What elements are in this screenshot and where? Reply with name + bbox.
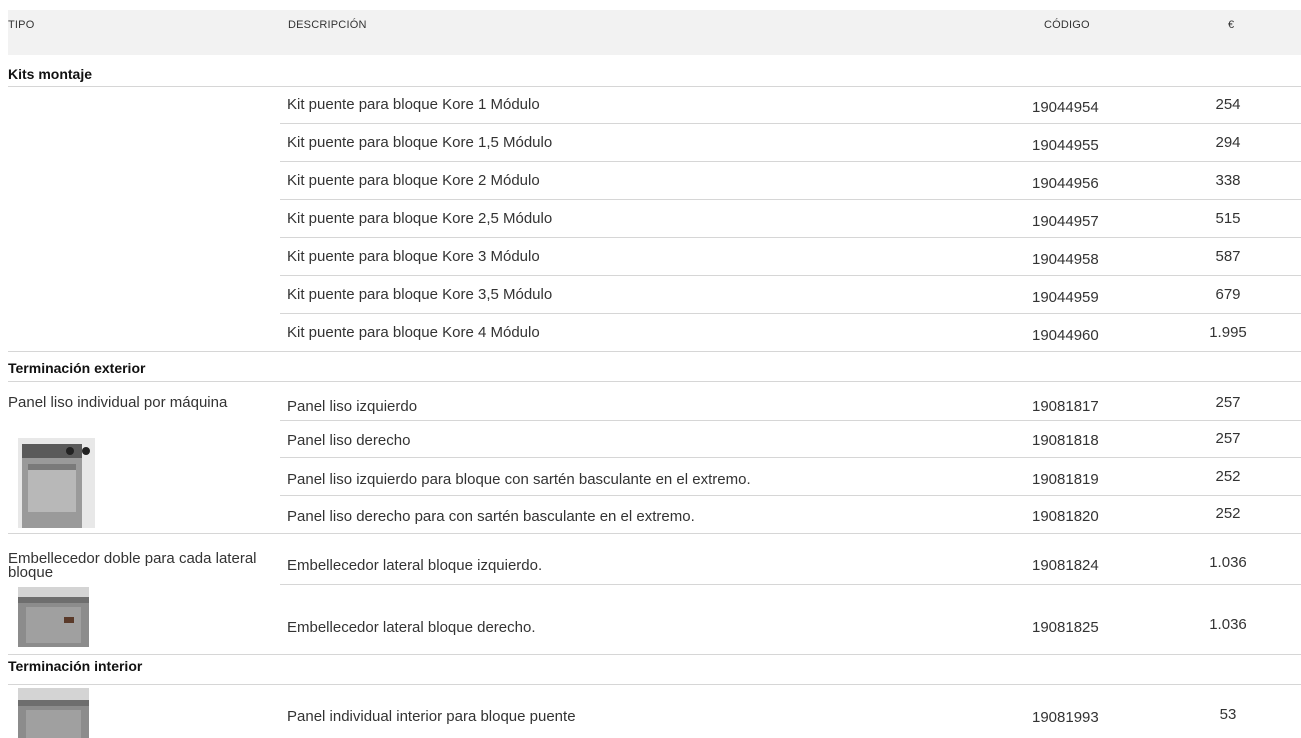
divider <box>8 351 1301 352</box>
row-description: Kit puente para bloque Kore 1,5 Módulo <box>287 134 553 151</box>
row-description: Kit puente para bloque Kore 4 Módulo <box>287 324 540 341</box>
row-price: 1.995 <box>1209 324 1247 341</box>
divider <box>8 533 1301 534</box>
divider <box>8 654 1301 655</box>
row-price: 252 <box>1215 505 1241 522</box>
product-image-panel <box>18 438 95 528</box>
row-description: Kit puente para bloque Kore 3 Módulo <box>287 248 540 265</box>
section-title: Kits montaje <box>8 66 93 82</box>
row-code: 19081819 <box>1032 471 1099 488</box>
header-tipo: TIPO <box>8 19 35 31</box>
divider <box>8 381 1301 382</box>
row-price: 1.036 <box>1209 616 1247 633</box>
divider <box>280 495 1301 496</box>
divider <box>280 161 1301 162</box>
row-description: Panel liso derecho <box>287 432 411 449</box>
row-code: 19081817 <box>1032 398 1099 415</box>
header-codigo: CÓDIGO <box>1044 19 1090 31</box>
row-code: 19044954 <box>1032 99 1099 116</box>
row-price: 587 <box>1215 248 1241 265</box>
product-image-trim <box>18 587 89 647</box>
row-price: 679 <box>1215 286 1241 303</box>
row-code: 19081993 <box>1032 709 1099 726</box>
divider <box>280 420 1301 421</box>
price-table: TIPO DESCRIPCIÓN CÓDIGO € Kits montaje K… <box>0 0 1301 738</box>
divider <box>280 584 1301 585</box>
row-description: Panel liso derecho para con sartén bascu… <box>287 508 695 525</box>
divider <box>280 275 1301 276</box>
row-code: 19081825 <box>1032 619 1099 636</box>
row-description: Panel liso izquierdo <box>287 398 418 415</box>
row-code: 19044960 <box>1032 327 1099 344</box>
table-header: TIPO DESCRIPCIÓN CÓDIGO € <box>8 10 1301 55</box>
row-description: Kit puente para bloque Kore 2 Módulo <box>287 172 540 189</box>
divider <box>280 123 1301 124</box>
row-code: 19044957 <box>1032 213 1099 230</box>
row-description: Embellecedor lateral bloque derecho. <box>287 619 536 636</box>
row-code: 19044955 <box>1032 137 1099 154</box>
row-description: Panel individual interior para bloque pu… <box>287 708 576 725</box>
row-description: Panel liso izquierdo para bloque con sar… <box>287 471 751 488</box>
row-type: Embellecedor doble para cada lateral blo… <box>8 550 257 581</box>
row-price: 1.036 <box>1209 554 1247 571</box>
section-title: Terminación interior <box>8 658 143 674</box>
row-price: 294 <box>1215 134 1241 151</box>
row-price: 254 <box>1215 96 1241 113</box>
header-precio: € <box>1228 19 1235 31</box>
row-price: 338 <box>1215 172 1241 189</box>
row-price: 257 <box>1215 394 1241 411</box>
header-descripcion: DESCRIPCIÓN <box>288 19 367 31</box>
divider <box>280 313 1301 314</box>
divider <box>280 457 1301 458</box>
product-image-interior <box>18 688 89 738</box>
divider <box>8 684 1301 685</box>
row-description: Kit puente para bloque Kore 3,5 Módulo <box>287 286 553 303</box>
divider <box>8 86 1301 87</box>
row-price: 53 <box>1219 706 1237 723</box>
row-code: 19081820 <box>1032 508 1099 525</box>
row-code: 19044958 <box>1032 251 1099 268</box>
row-description: Kit puente para bloque Kore 2,5 Módulo <box>287 210 553 227</box>
row-price: 257 <box>1215 430 1241 447</box>
row-code: 19081824 <box>1032 557 1099 574</box>
divider <box>280 237 1301 238</box>
row-code: 19081818 <box>1032 432 1099 449</box>
row-code: 19044956 <box>1032 175 1099 192</box>
row-price: 252 <box>1215 468 1241 485</box>
row-price: 515 <box>1215 210 1241 227</box>
section-title: Terminación exterior <box>8 360 146 376</box>
divider <box>280 199 1301 200</box>
row-description: Kit puente para bloque Kore 1 Módulo <box>287 96 540 113</box>
row-type: Panel liso individual por máquina <box>8 394 228 411</box>
row-code: 19044959 <box>1032 289 1099 306</box>
row-description: Embellecedor lateral bloque izquierdo. <box>287 557 543 574</box>
